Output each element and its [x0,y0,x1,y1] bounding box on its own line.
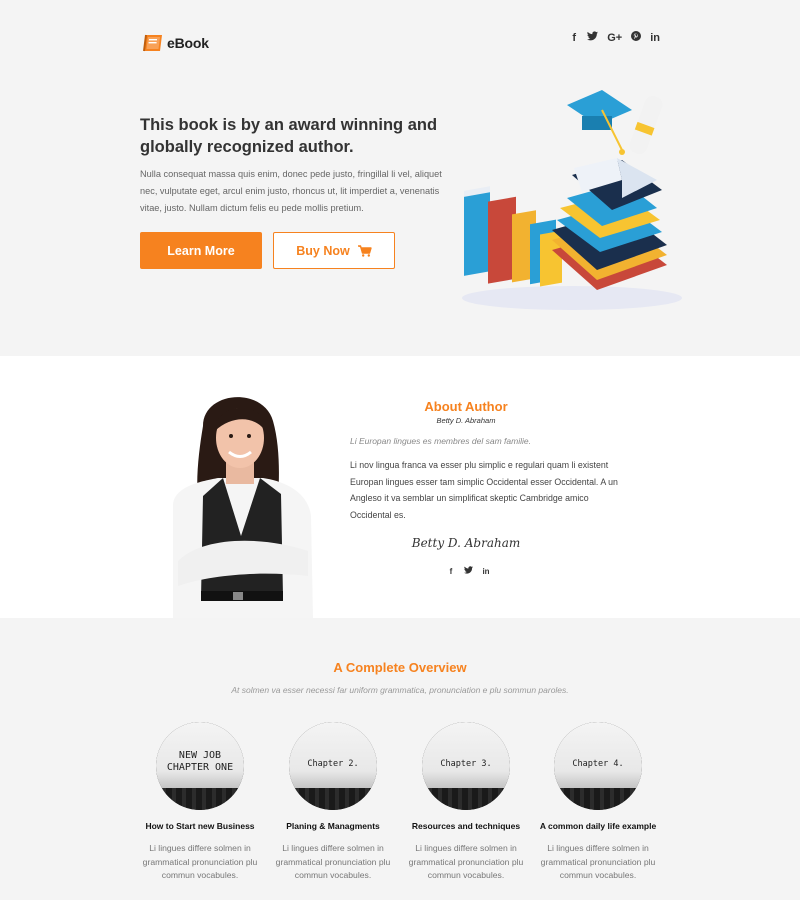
chapter-title: Resources and techniques [411,821,521,831]
author-photo [173,397,313,618]
book-logo-icon [143,34,162,52]
chapter-title: How to Start new Business [145,821,255,831]
chapter-title: A common daily life example [539,821,657,831]
learn-more-label: Learn More [167,243,235,258]
chapter-card-3[interactable]: Chapter 3. Resources and techniques Li l… [401,722,531,883]
google-plus-icon[interactable]: G+ [607,31,622,45]
linkedin-icon[interactable]: in [650,31,660,45]
logo[interactable]: eBook [142,33,209,53]
chapter-image-text: NEW JOB CHAPTER ONE [166,750,234,773]
chapter-image: NEW JOB CHAPTER ONE [156,722,244,810]
chapter-title: Planing & Managments [286,821,380,831]
about-quote: Li Europan lingues es membres del sam fa… [350,436,531,446]
chapter-card-4[interactable]: Chapter 4. A common daily life example L… [533,722,663,883]
chapter-image: Chapter 3. [422,722,510,810]
chapter-image-text: Chapter 4. [572,759,624,769]
chapter-card-1[interactable]: NEW JOB CHAPTER ONE How to Start new Bus… [135,722,265,883]
chapter-text: Li lingues differe solmen in grammatical… [540,843,656,881]
hero-section: eBook f G+ in This book is by an award w… [0,0,800,356]
buy-now-label: Buy Now [296,243,350,258]
chapter-image-text: Chapter 2. [307,759,359,769]
chapter-text: Li lingues differe solmen in grammatical… [142,843,258,881]
chapter-image-text: Chapter 3. [440,759,492,769]
chapter-text: Li lingues differe solmen in grammatical… [275,843,391,881]
overview-section: A Complete Overview At solmen va esser n… [0,618,800,900]
facebook-icon[interactable]: f [570,31,578,45]
chapter-text: Li lingues differe solmen in grammatical… [408,843,524,881]
hero-title: This book is by an award winning and glo… [140,116,438,156]
author-name: Betty D. Abraham [436,416,496,425]
about-author-section: About Author Betty D. Abraham Li Europan… [0,356,800,618]
twitter-icon[interactable] [587,31,599,45]
twitter-icon[interactable] [464,565,473,579]
author-social-links: f in [447,565,490,579]
overview-title: A Complete Overview [333,660,467,675]
about-title: About Author [424,399,508,414]
learn-more-button[interactable]: Learn More [140,232,262,269]
header-social-links: f G+ in [570,31,660,45]
chapter-image: Chapter 4. [554,722,642,810]
author-signature: Betty D. Abraham [411,536,521,550]
overview-subtitle: At solmen va esser necessi far uniform g… [231,685,569,695]
chapter-card-2[interactable]: Chapter 2. Planing & Managments Li lingu… [268,722,398,883]
chapter-image: Chapter 2. [289,722,377,810]
about-body: Li nov lingua franca va esser plu simpli… [350,460,618,520]
facebook-icon[interactable]: f [447,565,455,579]
books-illustration [462,90,682,310]
hero-description: Nulla consequat massa quis enim, donec p… [140,169,442,213]
linkedin-icon[interactable]: in [482,565,490,579]
logo-text: eBook [167,35,209,51]
cart-icon [357,244,372,257]
pinterest-icon[interactable] [631,31,642,45]
buy-now-button[interactable]: Buy Now [273,232,395,269]
